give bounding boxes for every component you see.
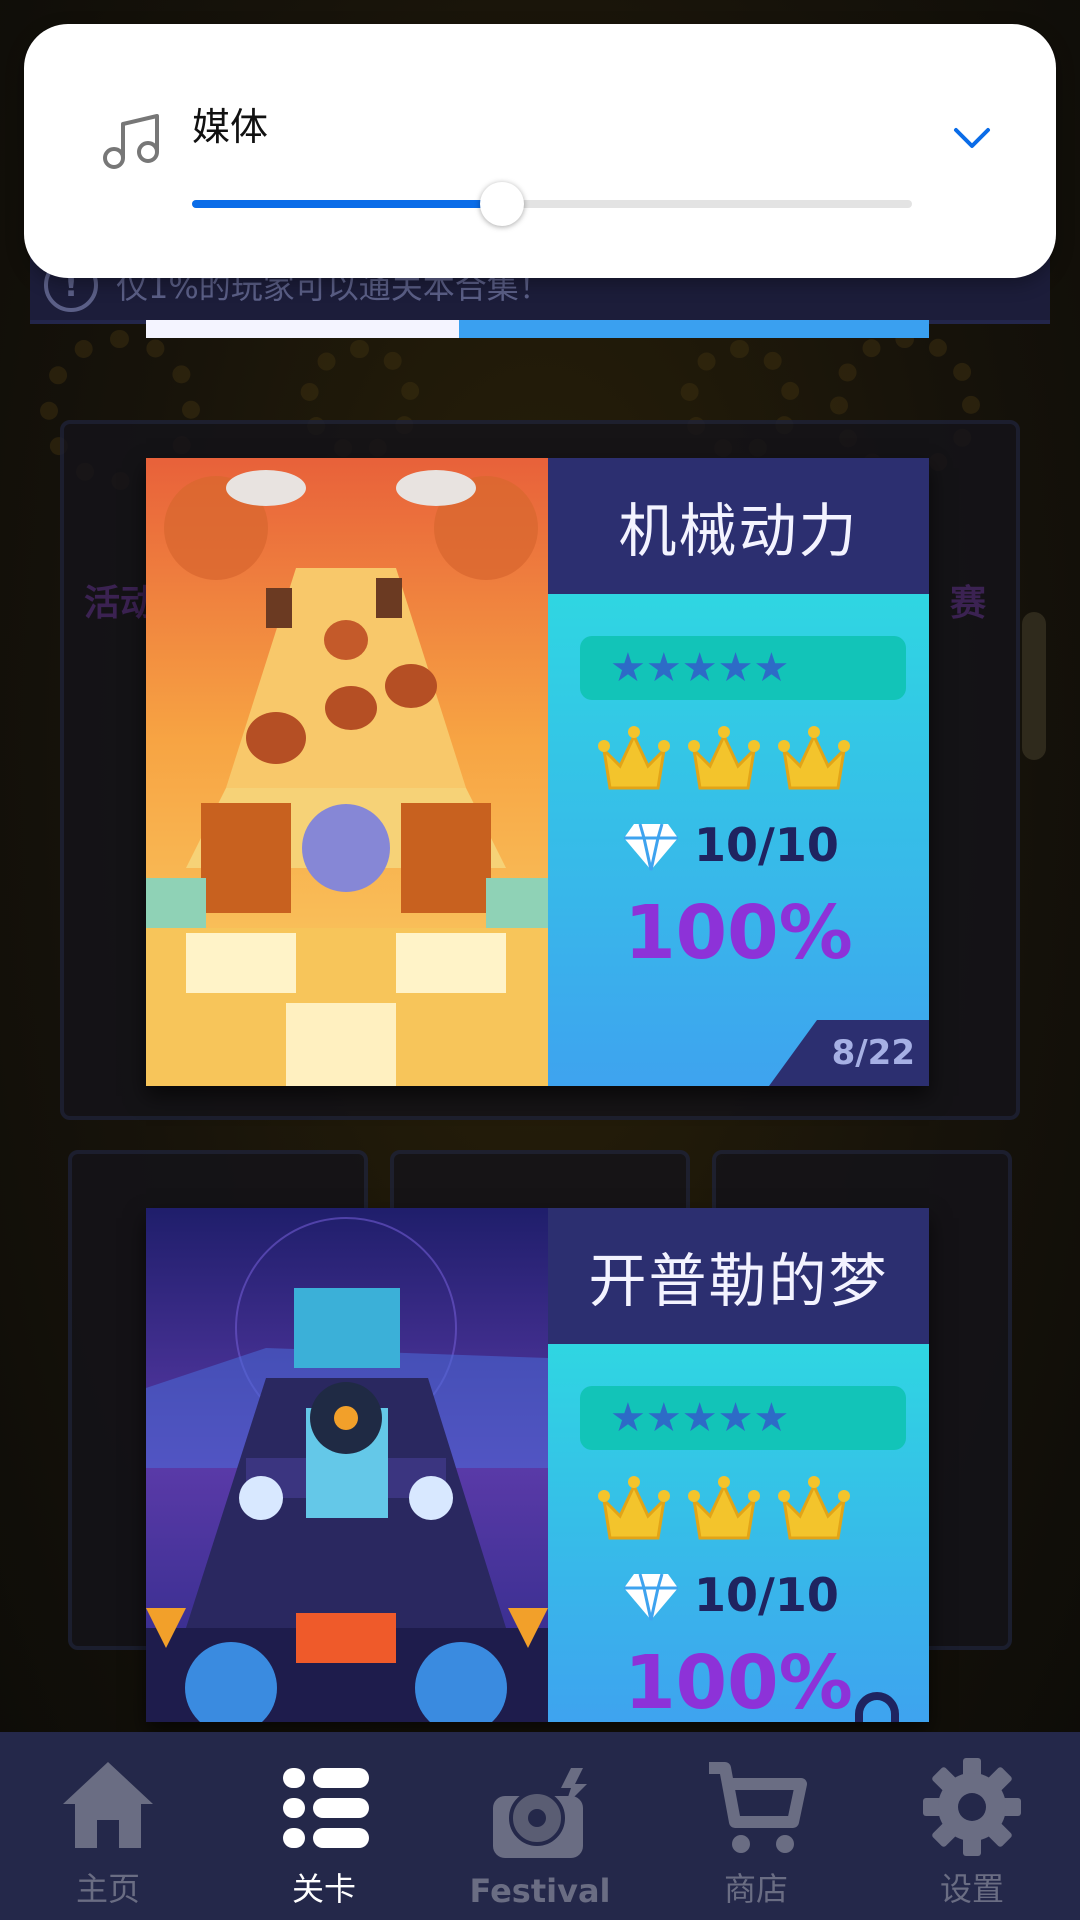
gems-count: 10/10 (694, 818, 839, 872)
volume-stream-label: 媒体 (192, 105, 269, 149)
nav-item-home[interactable]: 主页 (0, 1732, 216, 1920)
level-title: 开普勒的梦 (548, 1208, 929, 1344)
stars-rating: ★★★★★ (580, 1386, 906, 1450)
crown-icon (688, 726, 760, 790)
level-progress-tag: 8/22 (769, 1020, 929, 1086)
crown-icon (598, 1476, 670, 1540)
scrollbar[interactable] (1022, 612, 1046, 760)
background-match-text: 赛 (950, 583, 987, 624)
list-icon (283, 1768, 369, 1848)
nav-label: 关卡 (291, 1870, 356, 1908)
nav-item-festival[interactable]: Festival (432, 1732, 648, 1920)
slider-thumb[interactable] (479, 182, 524, 226)
gems-row: 10/10 (622, 1566, 839, 1624)
home-icon (63, 1762, 153, 1848)
chevron-down-icon[interactable] (950, 116, 994, 160)
nav-item-shop[interactable]: 商店 (648, 1732, 864, 1920)
nav-item-levels[interactable]: 关卡 (216, 1732, 432, 1920)
nav-item-settings[interactable]: 设置 (864, 1732, 1080, 1920)
level-artwork (146, 1208, 548, 1722)
completion-percent: 100% (624, 890, 853, 976)
media-volume-slider[interactable] (192, 182, 912, 226)
level-info-panel: 机械动力 ★★★★★ 10/10 100% 8/22 (548, 458, 929, 1086)
nav-label: 设置 (939, 1870, 1004, 1908)
crowns-row (598, 724, 850, 796)
bottom-nav: 主页 关卡 Festival 商店 设置 (0, 1732, 1080, 1920)
music-note-icon (103, 114, 159, 169)
stars-rating: ★★★★★ (580, 636, 906, 700)
level-info-panel: 开普勒的梦 ★★★★★ 10/10 100% (548, 1208, 929, 1722)
diamond-icon (624, 823, 678, 871)
slider-fill (192, 200, 502, 208)
star-icon: ★★★★★ (610, 645, 790, 691)
crown-icon (688, 1476, 760, 1540)
crown-icon (778, 1476, 850, 1540)
level-card[interactable]: 机械动力 ★★★★★ 10/10 100% 8/22 (146, 458, 929, 1086)
level-artwork (146, 458, 548, 1086)
gear-icon (923, 1758, 1021, 1856)
nav-label: 主页 (75, 1870, 140, 1908)
festival-record-icon (493, 1768, 587, 1858)
gems-row: 10/10 (622, 816, 839, 874)
gems-count: 10/10 (694, 1568, 839, 1622)
nav-label: Festival (469, 1872, 611, 1910)
star-icon: ★★★★★ (610, 1395, 790, 1441)
level-card[interactable]: 开普勒的梦 ★★★★★ 10/10 100% (146, 1208, 929, 1722)
diamond-icon (624, 1573, 678, 1621)
volume-panel: 媒体 (24, 24, 1056, 278)
previous-level-card-edge[interactable] (146, 320, 929, 338)
crowns-row (598, 1474, 850, 1546)
cart-icon (709, 1762, 807, 1853)
crown-icon (778, 726, 850, 790)
crown-icon (598, 726, 670, 790)
level-title: 机械动力 (548, 458, 929, 594)
nav-label: 商店 (723, 1870, 788, 1908)
